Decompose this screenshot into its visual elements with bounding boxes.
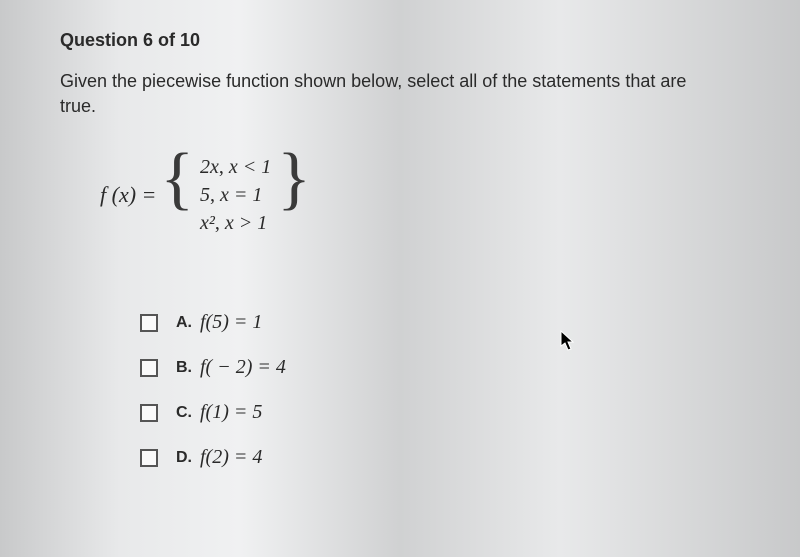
cursor-icon <box>560 330 576 352</box>
checkbox-c[interactable] <box>140 404 158 422</box>
case-cond: x < 1 <box>229 156 271 178</box>
option-letter: D. <box>176 449 192 467</box>
option-letter: A. <box>176 314 192 332</box>
checkbox-b[interactable] <box>140 359 158 377</box>
case-expr: 5 <box>200 184 210 206</box>
brace-wrapper: { 2x, x < 1 5, x = 1 x², x > 1 } <box>160 149 310 241</box>
question-number: Question 6 of 10 <box>60 30 740 51</box>
cases-list: 2x, x < 1 5, x = 1 x², x > 1 <box>194 149 277 241</box>
option-d[interactable]: D. f(2) = 4 <box>140 446 740 469</box>
function-label: f (x) = <box>100 182 156 208</box>
case-cond: x > 1 <box>225 212 267 234</box>
case-row: 5, x = 1 <box>200 181 271 209</box>
case-expr: 2x <box>200 156 219 178</box>
checkbox-a[interactable] <box>140 314 158 332</box>
option-math: f(1) = 5 <box>200 401 262 424</box>
case-cond: x = 1 <box>220 184 262 206</box>
right-brace-icon: } <box>277 147 311 239</box>
question-prompt: Given the piecewise function shown below… <box>60 69 700 119</box>
case-row: 2x, x < 1 <box>200 153 271 181</box>
piecewise-function: f (x) = { 2x, x < 1 5, x = 1 x², x > 1 } <box>100 149 740 241</box>
option-math: f(5) = 1 <box>200 311 262 334</box>
left-brace-icon: { <box>160 147 194 239</box>
option-math: f( − 2) = 4 <box>200 356 286 379</box>
options-list: A. f(5) = 1 B. f( − 2) = 4 C. f(1) = 5 D… <box>140 311 740 469</box>
option-c[interactable]: C. f(1) = 5 <box>140 401 740 424</box>
option-letter: B. <box>176 359 192 377</box>
option-a[interactable]: A. f(5) = 1 <box>140 311 740 334</box>
case-row: x², x > 1 <box>200 209 271 237</box>
checkbox-d[interactable] <box>140 449 158 467</box>
case-expr: x² <box>200 212 215 234</box>
question-container: Question 6 of 10 Given the piecewise fun… <box>0 0 800 521</box>
option-math: f(2) = 4 <box>200 446 262 469</box>
option-b[interactable]: B. f( − 2) = 4 <box>140 356 740 379</box>
option-letter: C. <box>176 404 192 422</box>
